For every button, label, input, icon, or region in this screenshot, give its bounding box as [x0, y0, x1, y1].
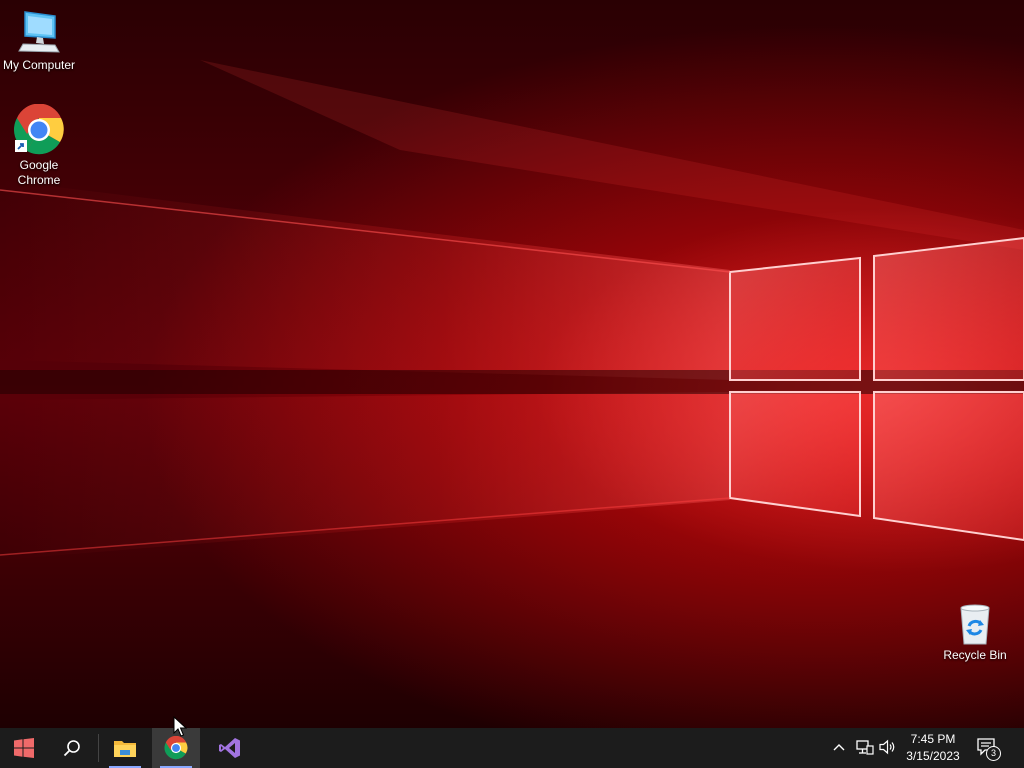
- desktop-icon-label: My Computer: [2, 58, 76, 72]
- clock-time: 7:45 PM: [910, 732, 956, 746]
- chrome-icon: [164, 736, 188, 760]
- folder-icon: [114, 741, 136, 757]
- search-icon: [63, 740, 80, 757]
- desktop-icon-label: Recycle Bin: [943, 648, 1007, 662]
- mouse-cursor-icon: [173, 716, 187, 737]
- chevron-up-icon: [833, 744, 845, 751]
- desktop-icon-label: Google Chrome: [17, 158, 61, 187]
- taskbar-app-visual-studio[interactable]: [206, 728, 254, 768]
- desktop[interactable]: My Computer Google Chrome Recycle Bin: [0, 0, 1024, 728]
- desktop-icon-my-computer[interactable]: My Computer: [0, 8, 79, 73]
- volume-tray-button[interactable]: [879, 738, 897, 761]
- visual-studio-icon: [219, 738, 240, 758]
- notification-count-badge: 3: [986, 746, 1001, 761]
- taskbar: 7:45 PM 3/15/2023: [0, 728, 1024, 768]
- show-hidden-icons-button[interactable]: [832, 738, 846, 761]
- desktop-icon-recycle-bin[interactable]: Recycle Bin: [935, 602, 1015, 663]
- network-icon: [856, 740, 874, 755]
- clock-date: 3/15/2023: [906, 749, 960, 763]
- desktop-icon-google-chrome[interactable]: Google Chrome: [0, 104, 79, 188]
- chrome-icon: [13, 104, 64, 155]
- start-button[interactable]: [0, 728, 48, 768]
- search-button[interactable]: [50, 728, 94, 768]
- windows-logo-icon: [14, 738, 34, 758]
- network-tray-button[interactable]: [856, 738, 874, 761]
- taskbar-clock[interactable]: 7:45 PM 3/15/2023: [898, 731, 968, 765]
- recycle-bin-icon: [960, 604, 990, 645]
- volume-icon: [879, 739, 895, 755]
- taskbar-separator: [98, 734, 99, 762]
- taskbar-app-file-explorer[interactable]: [101, 728, 149, 768]
- computer-icon: [18, 11, 60, 53]
- wallpaper: [0, 60, 1024, 560]
